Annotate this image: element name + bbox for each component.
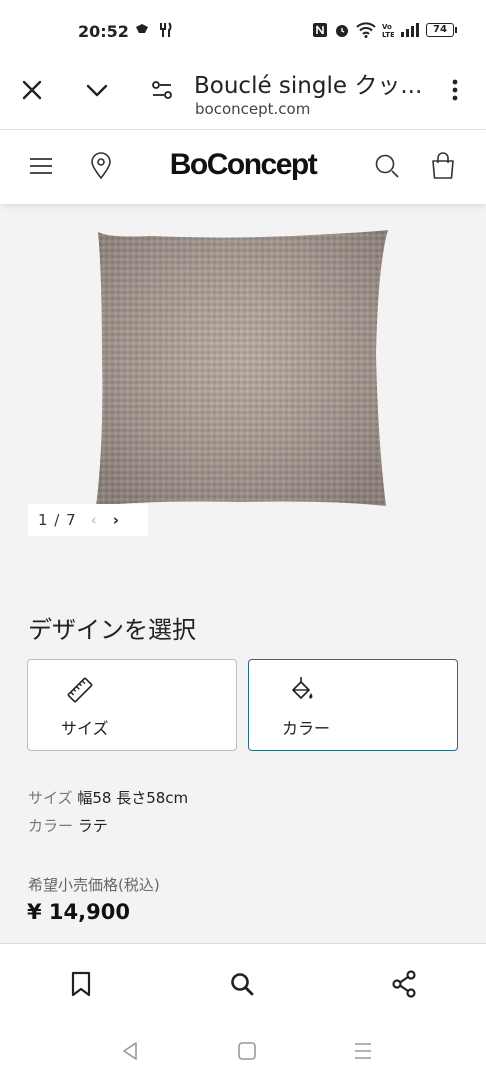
svg-text:LTE: LTE	[382, 31, 394, 38]
brand-logo[interactable]: BoConcept	[0, 148, 486, 182]
tune-icon[interactable]	[150, 78, 174, 102]
size-option-button[interactable]: サイズ	[27, 659, 237, 751]
shopping-bag-icon[interactable]	[430, 152, 456, 180]
status-right-icons: Vo LTE 74	[312, 22, 457, 38]
status-time: 20:52	[78, 22, 129, 41]
spec-size: サイズ 幅58 長さ58cm	[28, 787, 188, 808]
ginkgo-icon	[136, 24, 148, 33]
spec-size-label: サイズ	[28, 789, 73, 807]
battery-icon: 74	[426, 23, 457, 37]
price-label: 希望小売価格(税込)	[28, 876, 160, 894]
signal-icon	[401, 23, 419, 37]
design-section-title: デザインを選択	[28, 616, 196, 644]
back-icon[interactable]	[120, 1040, 142, 1062]
search-icon[interactable]	[229, 970, 255, 998]
site-header: BoConcept	[0, 130, 486, 204]
fork-knife-icon	[160, 22, 172, 37]
alarm-icon	[336, 25, 348, 37]
page-title[interactable]: Bouclé single クッ...	[194, 66, 434, 100]
bookmark-icon[interactable]	[68, 970, 94, 998]
recents-icon[interactable]	[352, 1040, 374, 1062]
close-icon[interactable]	[20, 78, 44, 102]
status-bar: 20:52 Vo LTE 74	[0, 0, 486, 64]
wifi-icon	[356, 22, 376, 38]
spec-color-value: ラテ	[77, 817, 108, 835]
page-url[interactable]: boconcept.com	[195, 100, 310, 118]
nfc-icon	[313, 23, 327, 37]
ruler-icon	[67, 677, 93, 703]
price-value: ¥ 14,900	[27, 900, 130, 924]
image-pager: 1 / 7 ‹ ›	[28, 504, 148, 536]
spec-color: カラー ラテ	[28, 815, 108, 836]
color-option-button[interactable]: カラー	[248, 659, 458, 751]
share-icon[interactable]	[391, 970, 417, 998]
size-option-label: サイズ	[61, 719, 109, 738]
pager-prev-button[interactable]: ‹	[91, 511, 97, 529]
bottom-toolbar	[0, 943, 486, 1023]
home-icon[interactable]	[236, 1040, 258, 1062]
chevron-down-icon[interactable]	[85, 78, 109, 102]
status-left-icons	[134, 22, 174, 38]
search-icon[interactable]	[374, 152, 400, 180]
paint-bucket-icon	[292, 677, 313, 699]
svg-text:Vo: Vo	[382, 23, 392, 31]
spec-size-value: 幅58 長さ58cm	[77, 789, 189, 807]
more-vert-icon[interactable]	[443, 78, 467, 102]
spec-color-label: カラー	[28, 817, 74, 835]
browser-toolbar: Bouclé single クッ... boconcept.com	[0, 56, 486, 130]
color-option-label: カラー	[282, 719, 331, 738]
volte-icon: VoLTE	[382, 23, 394, 38]
product-image-pillow	[96, 230, 388, 506]
product-gallery[interactable]: 1 / 7 ‹ ›	[0, 204, 486, 544]
system-nav-bar	[0, 1022, 486, 1080]
pager-count: 1 / 7	[38, 511, 77, 529]
pager-next-button[interactable]: ›	[113, 511, 119, 529]
